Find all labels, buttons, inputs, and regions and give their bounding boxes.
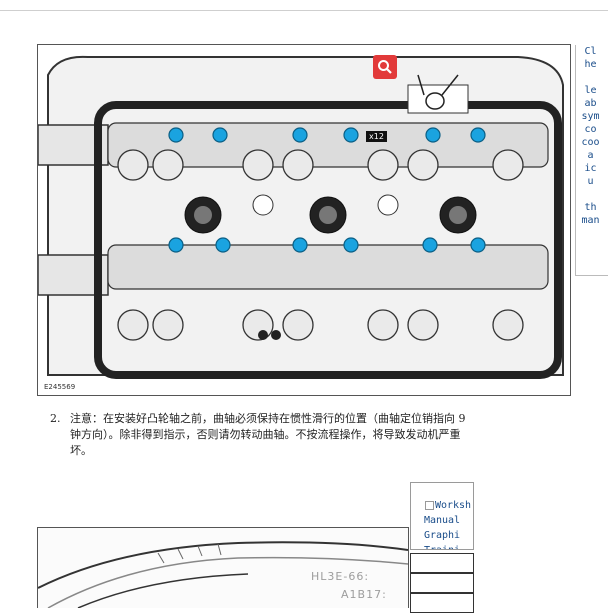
workshop-manual-image-link[interactable]: Worksh Manual Graphi Traini: [410, 482, 474, 550]
step-line-2: 钟方向）。除非得到指示，否则请勿转动曲轴。不按流程操作，将导致发动机严重: [70, 428, 461, 441]
alt-text: Cl he le ab sym co coo a ic u th man: [581, 46, 600, 226]
second-figure: HL3E-66: A1B17:: [37, 527, 409, 608]
step-line-3: 坏。: [70, 444, 92, 457]
procedure-step: 2. 注意：在安装好凸轮轴之前，曲轴必须保持在惯性滑行的位置（曲轴定位销指向 9…: [50, 411, 608, 459]
cylinder-head-drawing: [38, 45, 570, 395]
top-divider: [0, 10, 608, 11]
zoom-icon: [378, 60, 392, 74]
empty-box: [410, 573, 474, 593]
zoom-button[interactable]: [373, 55, 397, 79]
step-number: 2.: [50, 412, 61, 425]
cylinder-head-figure: x12 E245569: [37, 44, 571, 396]
figure-code: E245569: [44, 383, 76, 391]
step-text: 注意：在安装好凸轮轴之前，曲轴必须保持在惯性滑行的位置（曲轴定位销指向 9 钟方…: [70, 411, 608, 459]
broken-image-icon: [424, 500, 434, 510]
part-number-text: HL3E-66:: [311, 570, 370, 583]
quantity-callout: x12: [366, 131, 387, 142]
part-number-text: A1B17:: [341, 588, 387, 601]
broken-image-alt-panel: Cl he le ab sym co coo a ic u th man: [575, 45, 608, 276]
empty-box: [410, 593, 474, 613]
empty-box: [410, 553, 474, 573]
step-line-1: 注意：在安装好凸轮轴之前，曲轴必须保持在惯性滑行的位置（曲轴定位销指向 9: [70, 412, 466, 425]
